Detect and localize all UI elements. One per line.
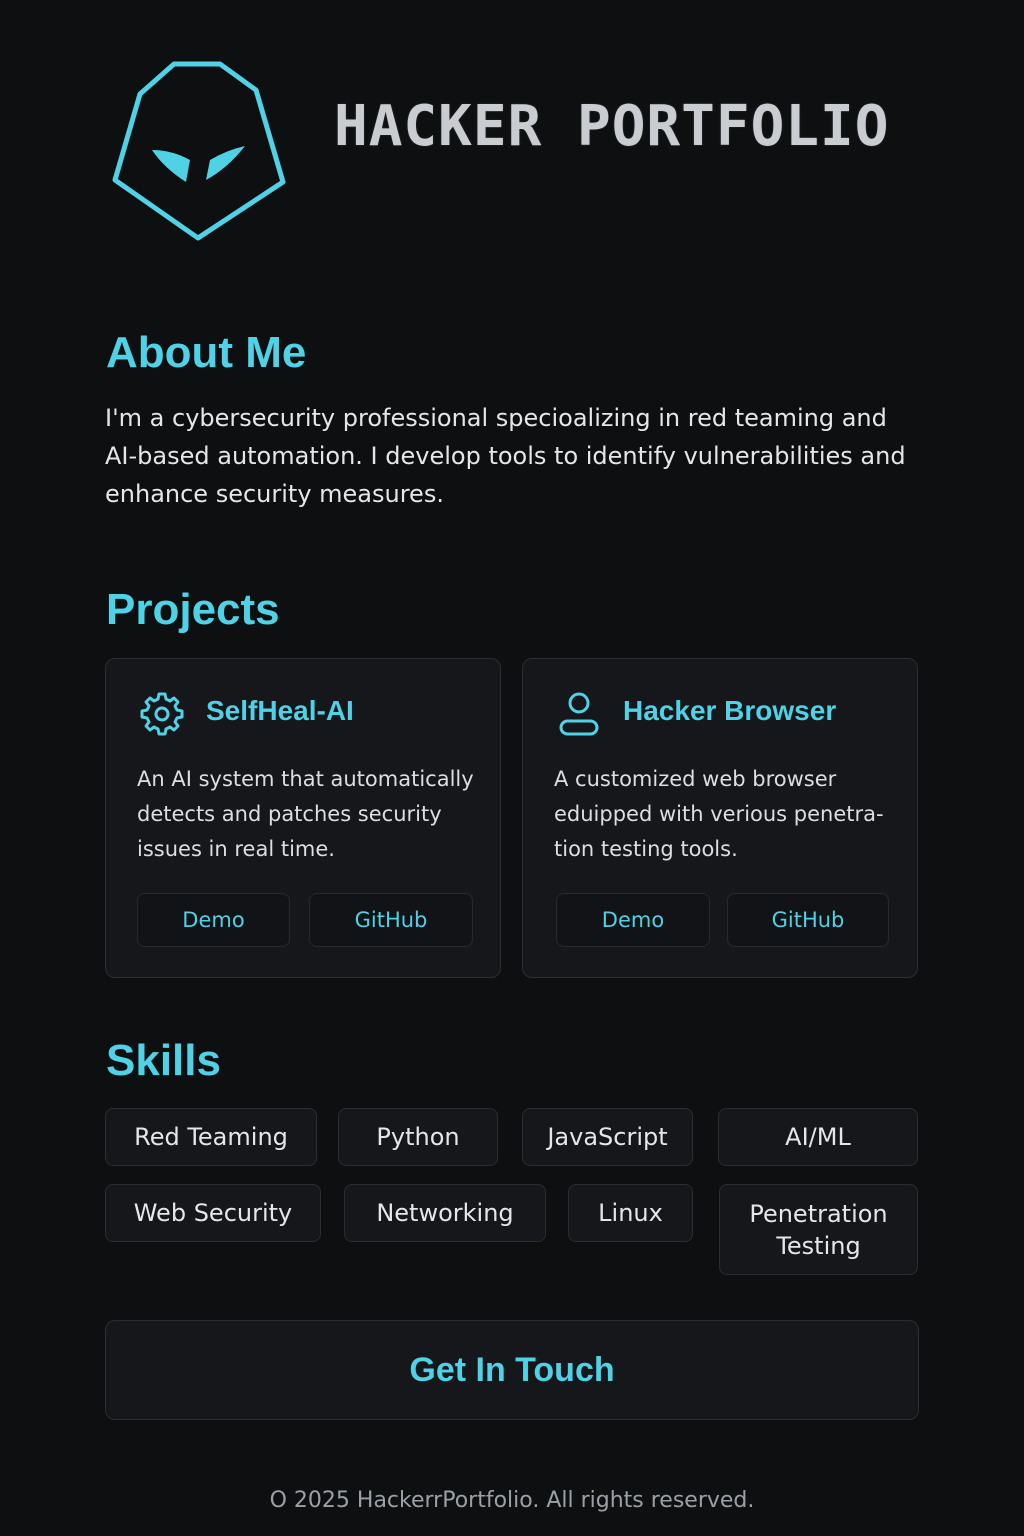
project-card-selfheal-ai: SelfHeal-AI An AI system that automatica…: [105, 658, 501, 978]
demo-button[interactable]: Demo: [137, 893, 290, 947]
skill-chip-networking: Networking: [344, 1184, 546, 1242]
skill-chip-ai-ml: AI/ML: [718, 1108, 918, 1166]
skill-chip-linux: Linux: [568, 1184, 693, 1242]
site-title: HACKER PORTFOLIO: [334, 94, 890, 159]
project-card-hacker-browser: Hacker Browser A customized web browser …: [522, 658, 918, 978]
skill-chip-javascript: JavaScript: [522, 1108, 693, 1166]
skill-chip-python: Python: [338, 1108, 498, 1166]
github-button[interactable]: GitHub: [727, 893, 889, 947]
skill-chip-red-teaming: Red Teaming: [105, 1108, 317, 1166]
project-description: An AI system that automatically detects …: [137, 767, 474, 861]
get-in-touch-button[interactable]: Get In Touch: [105, 1320, 919, 1420]
projects-heading: Projects: [106, 585, 280, 634]
gear-icon: [138, 689, 186, 737]
about-text: I'm a cybersecurity professional specioa…: [105, 404, 906, 508]
project-description: A customized web browser eduipped with v…: [554, 767, 884, 861]
github-button[interactable]: GitHub: [309, 893, 473, 947]
footer-copyright: O 2025 HackerrPortfolio. All rights rese…: [269, 1488, 755, 1513]
skill-chip-penetration-testing: Penetration Testing: [719, 1184, 918, 1275]
project-title: SelfHeal-AI: [206, 695, 354, 726]
hooded-hacker-icon: [108, 56, 290, 244]
skill-chip-web-security: Web Security: [105, 1184, 321, 1242]
about-heading: About Me: [106, 328, 307, 377]
user-icon: [555, 689, 603, 737]
skills-heading: Skills: [106, 1036, 221, 1085]
demo-button[interactable]: Demo: [556, 893, 710, 947]
project-title: Hacker Browser: [623, 695, 837, 726]
